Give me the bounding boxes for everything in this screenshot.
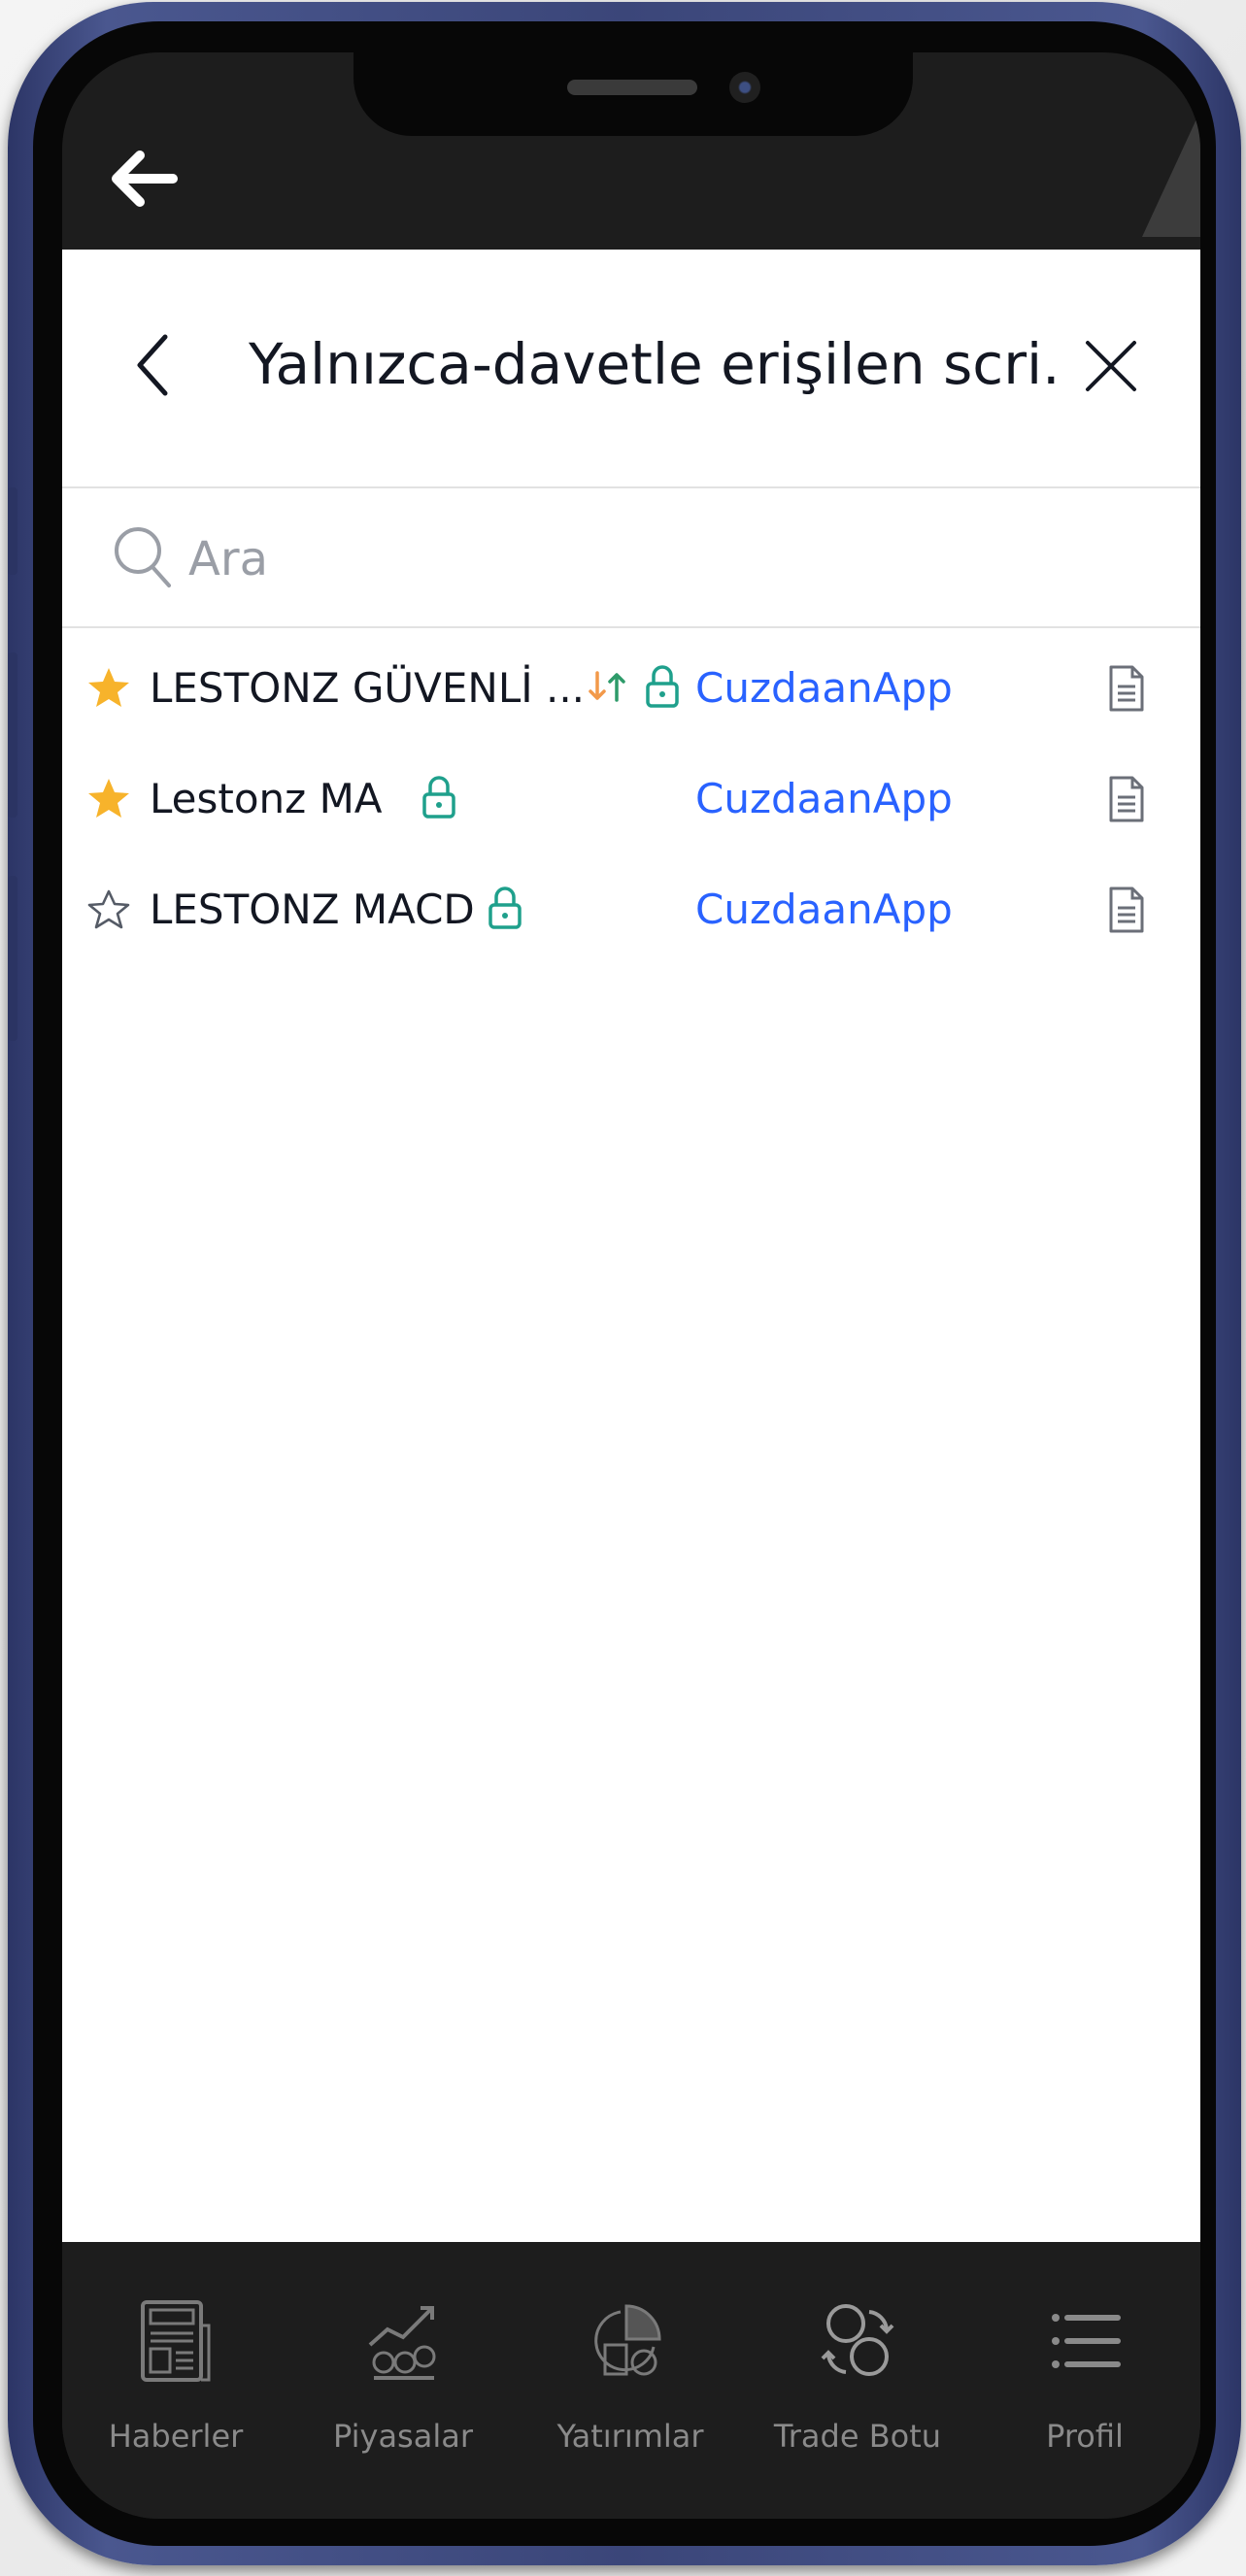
tab-haberler[interactable]: Haberler xyxy=(62,2242,289,2494)
lock-icon xyxy=(645,664,680,713)
coin-exchange-icon xyxy=(819,2296,896,2386)
list-item[interactable]: Lestonz MA CuzdaanApp xyxy=(62,747,1200,857)
market-chart-icon xyxy=(364,2296,442,2386)
list-item[interactable]: LESTONZ GÜVENLİ ... CuzdaanApp xyxy=(62,636,1200,747)
script-list: LESTONZ GÜVENLİ ... CuzdaanApp Lestonz M… xyxy=(62,636,1200,968)
scripts-dialog: Yalnızca-davetle erişilen scri... Ara LE… xyxy=(62,250,1200,2242)
author-link[interactable]: CuzdaanApp xyxy=(695,770,953,828)
close-icon[interactable] xyxy=(1084,339,1138,393)
volume-down-button xyxy=(8,876,17,1041)
document-icon[interactable] xyxy=(1107,774,1146,824)
volume-up-button xyxy=(8,652,17,818)
star-outline-icon[interactable] xyxy=(85,887,132,933)
script-name: LESTONZ MACD xyxy=(150,886,475,933)
document-icon[interactable] xyxy=(1107,885,1146,935)
script-name: Lestonz MA xyxy=(150,775,383,822)
script-badges xyxy=(488,881,522,939)
screen-glare xyxy=(1142,111,1200,237)
newspaper-icon xyxy=(137,2296,215,2386)
lock-icon xyxy=(488,886,522,934)
author-link[interactable]: CuzdaanApp xyxy=(695,659,953,718)
search-bar xyxy=(62,488,1200,628)
speaker xyxy=(567,80,697,95)
author-link[interactable]: CuzdaanApp xyxy=(695,881,953,939)
tab-piyasalar[interactable]: Piyasalar xyxy=(289,2242,517,2494)
tab-label: Piyasalar xyxy=(333,2418,473,2455)
search-icon xyxy=(113,525,171,589)
investments-icon xyxy=(591,2296,669,2386)
dialog-header: Yalnızca-davetle erişilen scri... xyxy=(62,250,1200,488)
notch xyxy=(354,52,913,136)
document-icon[interactable] xyxy=(1107,663,1146,714)
mute-switch xyxy=(8,487,17,575)
script-badges xyxy=(587,659,680,718)
bottom-tab-bar: Haberler Piyasalar Yatırımlar Trade Botu… xyxy=(62,2242,1200,2519)
arrows-up-down-icon xyxy=(587,667,627,710)
tab-label: Profil xyxy=(1046,2418,1124,2455)
chevron-left-icon[interactable] xyxy=(128,331,177,399)
menu-list-icon xyxy=(1046,2296,1124,2386)
tab-label: Trade Botu xyxy=(773,2418,942,2455)
script-name: LESTONZ GÜVENLİ ... xyxy=(150,664,586,712)
star-filled-icon[interactable] xyxy=(85,665,132,712)
search-input[interactable] xyxy=(186,521,1064,597)
star-filled-icon[interactable] xyxy=(85,776,132,822)
script-badges xyxy=(421,770,456,828)
tab-label: Yatırımlar xyxy=(556,2418,704,2455)
front-camera xyxy=(729,72,760,103)
page-title: Yalnızca-davetle erişilen scri... xyxy=(249,331,1064,397)
list-item[interactable]: LESTONZ MACD CuzdaanApp xyxy=(62,857,1200,968)
lock-icon xyxy=(421,775,456,823)
phone-screen: Yalnızca-davetle erişilen scri... Ara LE… xyxy=(62,52,1200,2519)
arrow-left-icon[interactable] xyxy=(105,140,183,217)
tab-trade-botu[interactable]: Trade Botu xyxy=(744,2242,971,2494)
tab-yatirimlar[interactable]: Yatırımlar xyxy=(517,2242,744,2494)
tab-label: Haberler xyxy=(108,2418,244,2455)
tab-profil[interactable]: Profil xyxy=(971,2242,1198,2494)
